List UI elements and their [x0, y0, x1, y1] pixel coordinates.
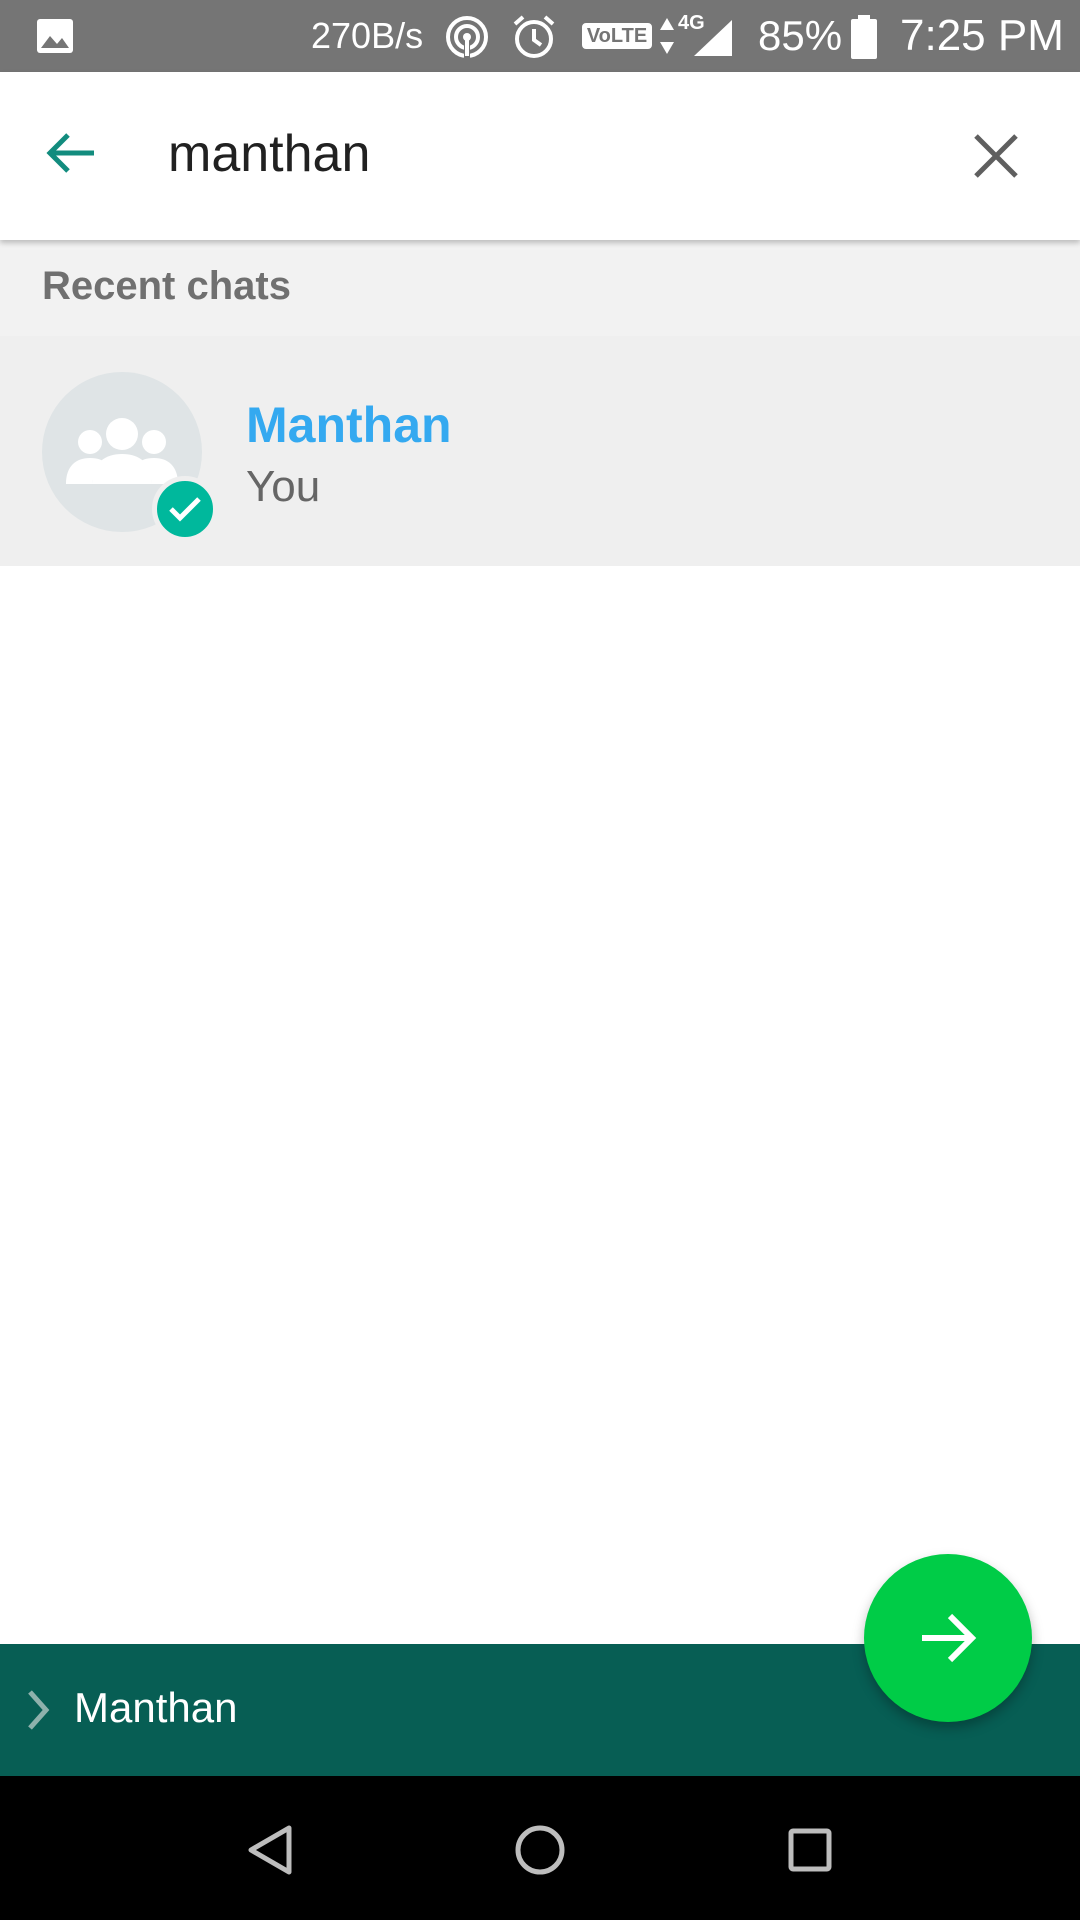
clear-search-button[interactable]: [954, 114, 1038, 198]
gallery-icon: [37, 19, 73, 53]
check-icon: [169, 497, 201, 522]
status-bar: 270B/s VoLTE 4G 85% 7:25 PM: [0, 0, 1080, 72]
navigation-bar: [0, 1776, 1080, 1920]
chat-row[interactable]: Manthan You: [0, 336, 1080, 566]
send-fab-button[interactable]: [864, 1554, 1032, 1722]
chat-name: Manthan: [246, 397, 452, 453]
battery-percentage: 85%: [758, 12, 843, 59]
chevron-right-icon[interactable]: [22, 1686, 56, 1734]
chat-subtitle: You: [246, 462, 321, 511]
section-title: Recent chats: [42, 264, 291, 308]
section-header: Recent chats: [0, 240, 1080, 336]
nav-home-button[interactable]: [492, 1802, 588, 1898]
arrow-left-icon: [46, 133, 94, 173]
battery-icon: [851, 15, 877, 59]
selected-contact-name: Manthan: [74, 1684, 238, 1731]
alarm-icon: [513, 15, 555, 58]
circle-home-icon: [515, 1825, 565, 1875]
arrow-right-icon: [922, 1613, 977, 1663]
square-recents-icon: [788, 1828, 832, 1872]
clock: 7:25 PM: [900, 11, 1064, 60]
signal-icon: [694, 20, 732, 56]
nav-back-button[interactable]: [222, 1802, 318, 1898]
selected-check-badge: [152, 476, 218, 542]
nav-recents-button[interactable]: [762, 1802, 858, 1898]
search-input[interactable]: [168, 114, 928, 194]
close-icon: [974, 134, 1018, 178]
group-icon: [66, 418, 178, 484]
search-header: [0, 72, 1080, 240]
back-button[interactable]: [30, 112, 112, 194]
net-speed: 270B/s: [311, 15, 424, 56]
hotspot-icon: [446, 16, 488, 59]
triangle-back-icon: [248, 1825, 292, 1875]
volte-icon: VoLTE: [582, 23, 652, 49]
data-arrows-icon: [660, 18, 674, 54]
